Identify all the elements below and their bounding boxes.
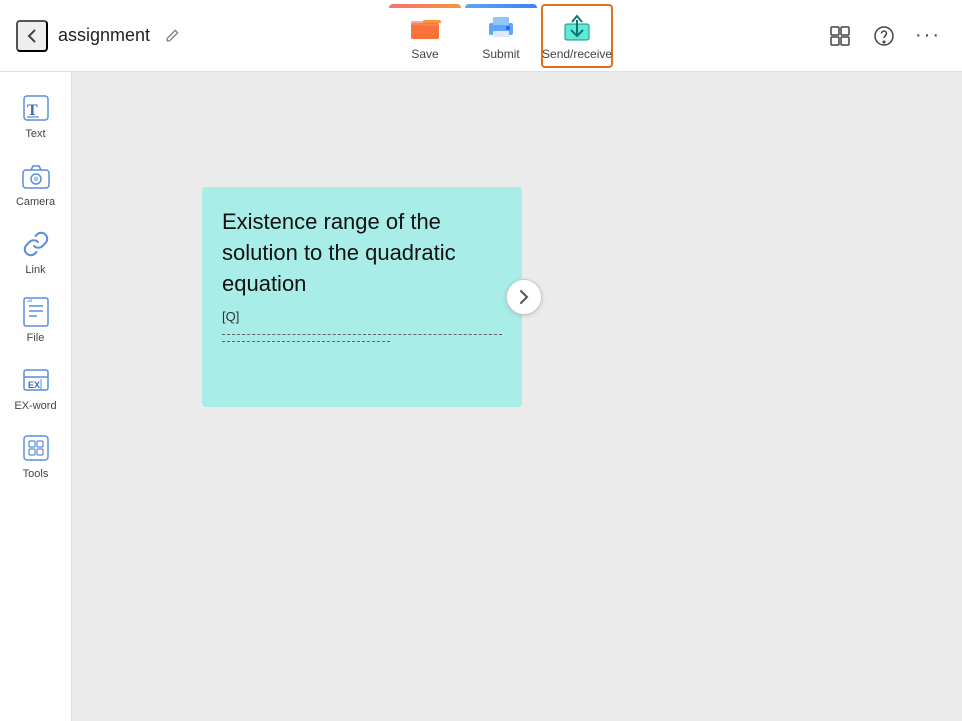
help-button[interactable] [866,18,902,54]
sidebar-item-camera[interactable]: Camera [4,152,68,216]
text-icon: T [20,92,52,124]
svg-text:T: T [27,102,38,119]
header: assignment Save [0,0,962,72]
save-button[interactable]: Save [389,4,461,68]
card-title: Existence range of the solution to the q… [222,207,502,299]
submit-button[interactable]: Submit [465,4,537,68]
tools-label: Tools [23,468,49,480]
header-left: assignment [16,20,180,52]
question-card[interactable]: Existence range of the solution to the q… [202,187,522,407]
save-label: Save [411,47,438,61]
sidebar-item-exword[interactable]: EX EX-word [4,356,68,420]
svg-text:EX: EX [28,380,40,390]
edit-icon[interactable] [164,28,180,44]
sidebar-item-text[interactable]: T Text [4,84,68,148]
send-receive-icon [561,11,593,43]
more-button[interactable]: ··· [910,18,946,54]
main-area: T Text Camera [0,72,962,721]
card-tag: [Q] [222,309,502,324]
link-label: Link [25,264,45,276]
sidebar-item-file[interactable]: File [4,288,68,352]
save-icon [409,11,441,43]
canvas-area: Existence range of the solution to the q… [72,72,962,721]
link-icon [20,228,52,260]
camera-icon [20,160,52,192]
submit-label: Submit [482,47,519,61]
tools-icon [20,432,52,464]
text-label: Text [25,128,45,140]
back-button[interactable] [16,20,48,52]
send-receive-button[interactable]: Send/receive [541,4,613,68]
sidebar: T Text Camera [0,72,72,721]
header-toolbar: Save Submit [389,4,613,68]
exword-icon: EX [20,364,52,396]
exword-label: EX-word [14,400,56,412]
grid-view-button[interactable] [822,18,858,54]
header-right: ··· [822,18,946,54]
sidebar-item-tools[interactable]: Tools [4,424,68,488]
submit-icon [485,11,517,43]
file-icon [20,296,52,328]
card-next-button[interactable] [506,279,542,315]
page-title: assignment [58,25,150,46]
send-receive-label: Send/receive [542,47,612,61]
card-divider-1 [222,334,502,335]
camera-label: Camera [16,196,55,208]
card-divider-2 [222,341,390,342]
file-label: File [27,332,45,344]
sidebar-item-link[interactable]: Link [4,220,68,284]
